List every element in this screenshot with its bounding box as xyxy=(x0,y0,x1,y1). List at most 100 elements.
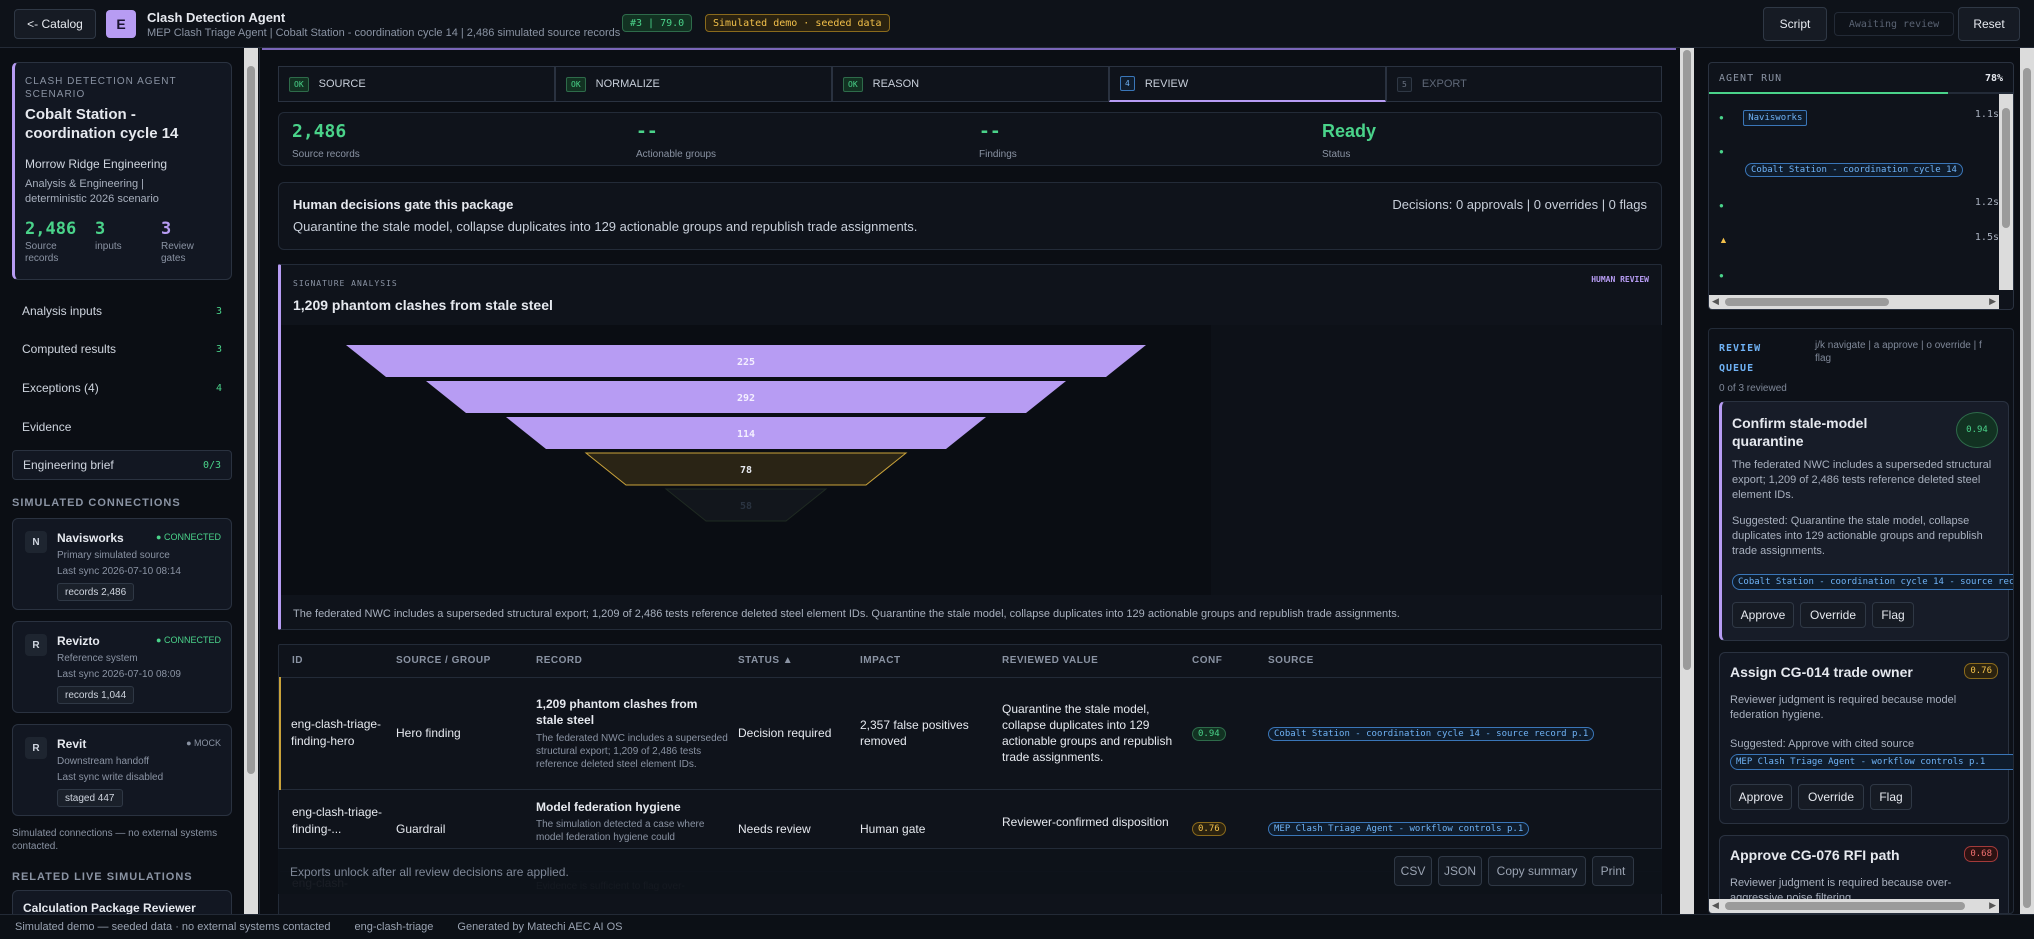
source-citation-link[interactable]: Cobalt Station - coordination cycle 14 -… xyxy=(1268,727,1595,741)
kpi-strip: 2,486 Source records -- Actionable group… xyxy=(278,112,1662,166)
agent-run-scrollbar-thumb[interactable] xyxy=(2002,108,2010,228)
script-button[interactable]: Script xyxy=(1763,7,1827,41)
export-json-button[interactable]: JSON xyxy=(1438,856,1482,886)
export-csv-button[interactable]: CSV xyxy=(1394,856,1432,886)
warning-icon: ▲ xyxy=(1719,235,1728,245)
col-source-group[interactable]: SOURCE / GROUP xyxy=(396,645,536,677)
main-scrollbar-thumb[interactable] xyxy=(1683,50,1691,670)
stat-inputs: 3 xyxy=(95,219,106,239)
main-scrollbar[interactable] xyxy=(1680,48,1694,914)
agent-run-hscrollbar[interactable]: ◀ ▶ xyxy=(1709,295,1999,309)
copy-summary-button[interactable]: Copy summary xyxy=(1488,856,1586,886)
pipeline-step-source[interactable]: OK SOURCE xyxy=(278,66,555,102)
connection-sync: Last sync 2026-07-10 08:14 xyxy=(57,566,181,577)
source-citation-link[interactable]: Cobalt Station - coordination cycle 14 -… xyxy=(1732,574,2013,590)
step-time: 1.1s xyxy=(1974,109,1999,120)
stat-review-gates-label: Review gates xyxy=(161,241,194,264)
scroll-left-icon[interactable]: ◀ xyxy=(1712,900,1719,911)
step-done-icon: ● xyxy=(1719,113,1724,122)
app-title: Clash Detection Agent xyxy=(147,10,286,25)
run-badge: #3 | 79.0 xyxy=(622,14,693,32)
source-citation-link[interactable]: MEP Clash Triage Agent - workflow contro… xyxy=(1730,754,2013,770)
reset-button[interactable]: Reset xyxy=(1958,7,2020,41)
nav-evidence[interactable]: Evidence xyxy=(12,412,232,442)
pipeline-step-normalize[interactable]: OK NORMALIZE xyxy=(555,66,832,102)
kpi-source-records-value: 2,486 xyxy=(292,121,347,142)
connection-navisworks[interactable]: N Navisworks ● CONNECTED Primary simulat… xyxy=(12,518,232,610)
main-panel: OK SOURCE OK NORMALIZE OK REASON 4 REVIEW 5E… xyxy=(262,48,1676,914)
scroll-right-icon[interactable]: ▶ xyxy=(1989,900,1996,911)
top-bar: <- Catalog E Clash Detection Agent MEP C… xyxy=(0,0,2034,48)
connection-revizto[interactable]: R Revizto ● CONNECTED Reference system L… xyxy=(12,621,232,713)
step-done-icon: ● xyxy=(1719,147,1724,156)
col-impact[interactable]: IMPACT xyxy=(860,645,1002,677)
col-id[interactable]: ID xyxy=(280,645,396,677)
col-reviewed-value[interactable]: REVIEWED VALUE xyxy=(1002,645,1192,677)
left-scrollbar-thumb[interactable] xyxy=(247,66,255,774)
analysis-title: 1,209 phantom clashes from stale steel xyxy=(293,297,553,313)
review-item-desc: The federated NWC includes a superseded … xyxy=(1732,459,1992,501)
step-system-tag: Navisworks xyxy=(1743,110,1808,126)
back-to-catalog-button[interactable]: <- Catalog xyxy=(14,9,96,39)
row-impact: 2,357 false positives removed xyxy=(860,718,969,748)
col-status[interactable]: STATUS ▲ xyxy=(738,645,860,677)
step-status-tag: 5 xyxy=(1397,76,1412,92)
flag-button[interactable]: Flag xyxy=(1872,602,1914,628)
pipeline-step-reason[interactable]: OK REASON xyxy=(832,66,1109,102)
step-label: NORMALIZE xyxy=(595,78,660,90)
nav-analysis-inputs[interactable]: Analysis inputs 3 xyxy=(12,296,232,326)
review-item-assign-trade-owner[interactable]: Assign CG-014 trade owner 0.76 Reviewer … xyxy=(1719,652,2013,824)
nav-exceptions[interactable]: Exceptions (4) 4 xyxy=(12,373,232,403)
scroll-left-icon[interactable]: ◀ xyxy=(1712,296,1719,307)
agent-run-scrollbar[interactable] xyxy=(1999,94,2013,290)
nav-computed-results[interactable]: Computed results 3 xyxy=(12,334,232,364)
step-status-tag: OK xyxy=(566,76,586,92)
step-status-tag: 4 xyxy=(1120,76,1135,91)
agent-run-title: AGENT RUN xyxy=(1719,73,1783,84)
scroll-right-icon[interactable]: ▶ xyxy=(1989,296,1996,307)
table-row[interactable]: eng-clash-triage-finding-hero Hero findi… xyxy=(280,677,1661,789)
flag-button[interactable]: Flag xyxy=(1870,784,1912,810)
review-item-suggested: Suggested: Approve with cited source xyxy=(1730,738,1915,750)
footer-bar: Simulated demo — seeded data · no extern… xyxy=(0,914,2034,939)
review-queue-hscrollbar[interactable]: ◀ ▶ xyxy=(1709,899,1999,913)
agent-run-card: AGENT RUN 78% ● Navisworks 1.1s ● Cobalt… xyxy=(1708,62,2014,310)
pipeline-step-review[interactable]: 4 REVIEW xyxy=(1109,66,1386,102)
pipeline-step-export[interactable]: 5 EXPORT xyxy=(1386,66,1662,102)
scenario-company: Morrow Ridge Engineering xyxy=(25,157,168,171)
related-simulation-title: Calculation Package Reviewer xyxy=(23,901,196,914)
connection-revit[interactable]: R Revit ● MOCK Downstream handoff Last s… xyxy=(12,724,232,816)
source-citation-link[interactable]: MEP Clash Triage Agent - workflow contro… xyxy=(1268,821,1530,836)
right-scrollbar[interactable] xyxy=(2020,48,2034,914)
connection-status: ● CONNECTED xyxy=(156,635,221,645)
nav-engineering-brief[interactable]: Engineering brief 0/3 xyxy=(12,450,232,480)
agent-run-progress-track xyxy=(1709,92,2013,94)
override-button[interactable]: Override xyxy=(1800,602,1866,628)
col-source[interactable]: SOURCE xyxy=(1268,645,1661,677)
approve-button[interactable]: Approve xyxy=(1730,784,1792,810)
stat-source-records: 2,486 xyxy=(25,219,77,239)
run-step: ● Navisworks 1.1s xyxy=(1719,109,1999,126)
override-button[interactable]: Override xyxy=(1798,784,1864,810)
review-item-confirm-stale-model[interactable]: Confirm stale-model quarantine 0.94 The … xyxy=(1719,401,2013,641)
funnel-stage-label: 114 xyxy=(737,429,755,440)
approve-button[interactable]: Approve xyxy=(1732,602,1794,628)
related-simulation-item[interactable]: Calculation Package Reviewer xyxy=(12,890,232,914)
connections-note: Simulated connections — no external syst… xyxy=(12,828,218,852)
right-scrollbar-thumb[interactable] xyxy=(2023,68,2031,908)
connection-sync: Last sync write disabled xyxy=(57,772,164,783)
print-button[interactable]: Print xyxy=(1592,856,1634,886)
stat-inputs-label: inputs xyxy=(95,241,122,252)
connection-name: Revizto xyxy=(57,634,100,648)
col-record[interactable]: RECORD xyxy=(536,645,738,677)
review-queue-hscrollbar-thumb[interactable] xyxy=(1725,902,1965,910)
revizto-icon: R xyxy=(25,634,47,656)
analysis-badge: HUMAN REVIEW xyxy=(1591,275,1649,284)
connection-role: Reference system xyxy=(57,653,138,664)
agent-run-hscrollbar-thumb[interactable] xyxy=(1725,298,1889,306)
col-conf[interactable]: CONF xyxy=(1192,645,1268,677)
gate-title: Human decisions gate this package xyxy=(293,197,514,212)
step-status-tag: OK xyxy=(289,76,309,92)
left-scrollbar[interactable] xyxy=(244,48,258,914)
review-item-title: Confirm stale-model quarantine xyxy=(1732,415,1868,449)
